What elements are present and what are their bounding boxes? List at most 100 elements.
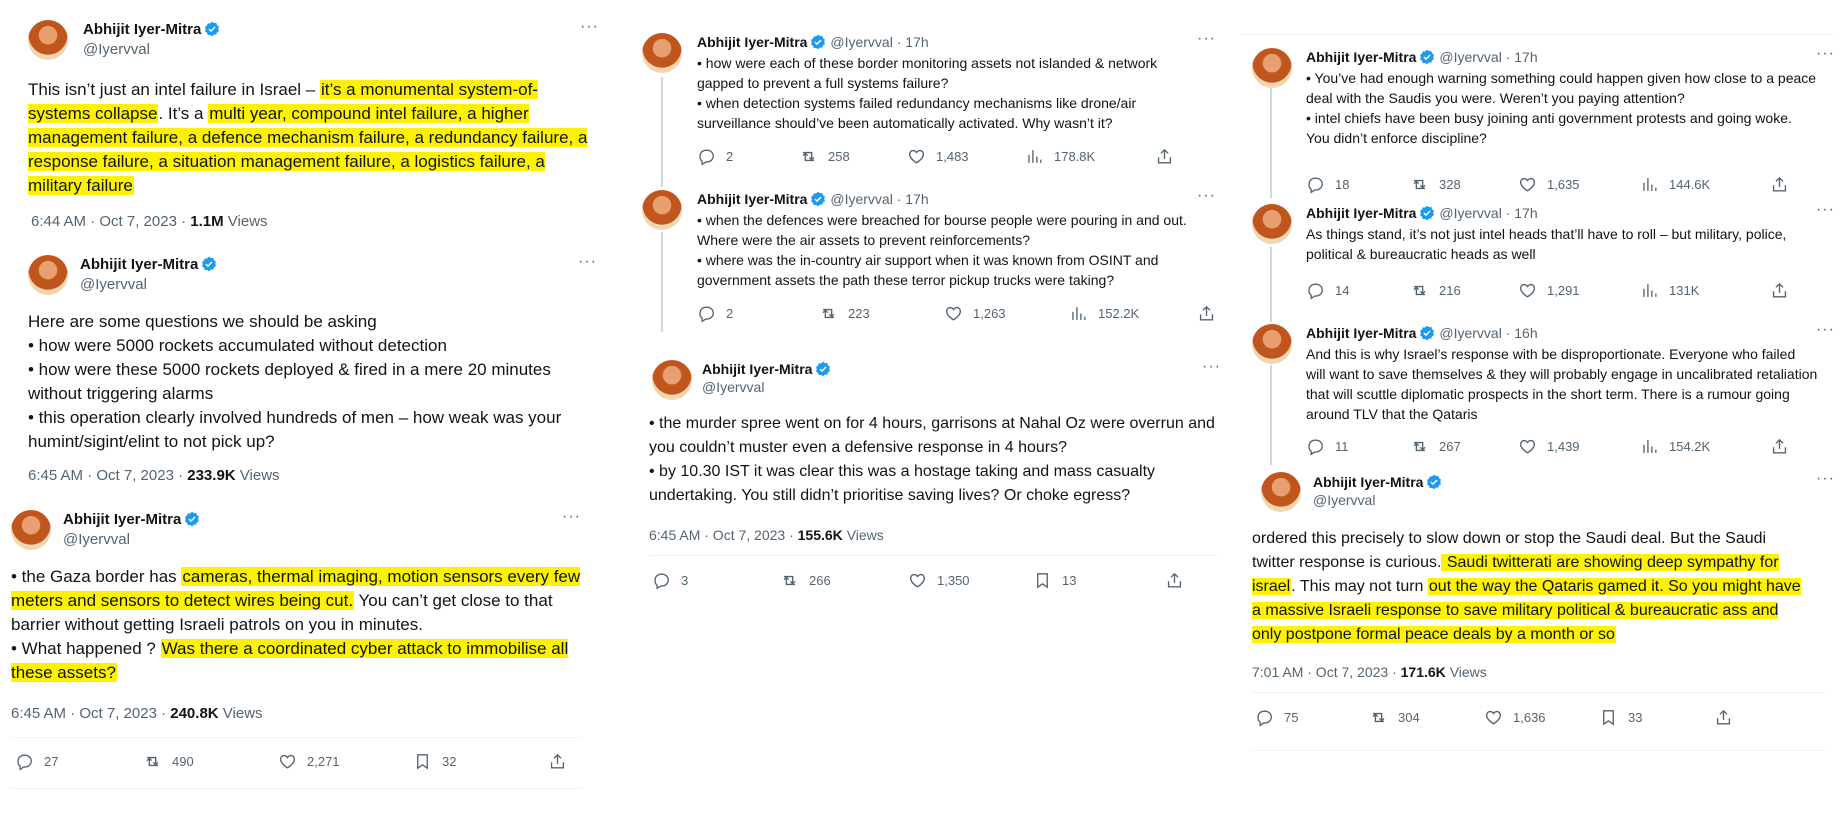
more-options-icon[interactable]: ··· bbox=[1816, 46, 1835, 62]
tweet-r3[interactable]: Abhijit Iyer-Mitra @Iyervval · 16h ··· A… bbox=[1250, 320, 1840, 470]
tweet-m2[interactable]: Abhijit Iyer-Mitra @Iyervval · 17h ··· •… bbox=[640, 185, 1220, 335]
like-button[interactable]: 1,350 bbox=[908, 571, 1033, 590]
avatar[interactable] bbox=[642, 33, 682, 73]
bookmark-button[interactable]: 32 bbox=[413, 752, 548, 771]
tweet-m3[interactable]: Abhijit Iyer-Mitra @Iyervval ··· • the m… bbox=[640, 350, 1230, 640]
share-icon bbox=[1167, 572, 1182, 588]
author-name[interactable]: Abhijit Iyer-Mitra bbox=[63, 510, 200, 530]
reply-icon bbox=[1308, 283, 1323, 300]
share-icon bbox=[1157, 148, 1172, 164]
views-button[interactable]: 131K bbox=[1640, 281, 1770, 300]
tweet-l3[interactable]: Abhijit Iyer-Mitra @Iyervval ··· • the G… bbox=[0, 500, 600, 814]
avatar[interactable] bbox=[11, 510, 51, 550]
text-segment: . It’s a bbox=[158, 104, 209, 123]
reply-button[interactable]: 11 bbox=[1306, 437, 1410, 456]
more-options-icon[interactable]: ··· bbox=[1816, 322, 1835, 338]
more-options-icon[interactable]: ··· bbox=[1197, 31, 1216, 47]
bookmark-icon bbox=[1603, 710, 1614, 726]
avatar[interactable] bbox=[1252, 324, 1292, 364]
tweet-r1[interactable]: Abhijit Iyer-Mitra @Iyervval · 17h ··· •… bbox=[1250, 40, 1840, 200]
repost-button[interactable]: 304 bbox=[1369, 708, 1484, 727]
reply-button[interactable]: 2 bbox=[697, 147, 799, 166]
tweet-r4[interactable]: Abhijit Iyer-Mitra @Iyervval ··· ordered… bbox=[1250, 470, 1843, 814]
repost-button[interactable]: 266 bbox=[780, 571, 908, 590]
reply-button[interactable]: 27 bbox=[15, 752, 143, 771]
views-button[interactable]: 144.6K bbox=[1640, 175, 1770, 194]
author-handle[interactable]: @Iyervval bbox=[63, 531, 130, 548]
tweet-r2[interactable]: Abhijit Iyer-Mitra @Iyervval · 17h ··· A… bbox=[1250, 200, 1840, 320]
reply-button[interactable]: 75 bbox=[1255, 708, 1369, 727]
share-button[interactable] bbox=[1770, 281, 1799, 300]
avatar[interactable] bbox=[1252, 48, 1292, 88]
bookmark-icon bbox=[1037, 573, 1048, 589]
more-options-icon[interactable]: ··· bbox=[1202, 359, 1221, 375]
heart-icon bbox=[909, 573, 926, 588]
more-options-icon[interactable]: ··· bbox=[1816, 471, 1835, 487]
avatar[interactable] bbox=[28, 255, 68, 295]
like-button[interactable]: 1,439 bbox=[1518, 437, 1640, 456]
tweet-header: Abhijit Iyer-Mitra @Iyervval · 17h bbox=[1306, 49, 1538, 65]
views-button[interactable]: 178.8K bbox=[1025, 147, 1155, 166]
author-name[interactable]: Abhijit Iyer-Mitra bbox=[80, 255, 217, 275]
like-button[interactable]: 1,636 bbox=[1484, 708, 1599, 727]
bookmark-button[interactable]: 33 bbox=[1599, 708, 1714, 727]
share-button[interactable] bbox=[1165, 571, 1194, 590]
like-button[interactable]: 1,635 bbox=[1518, 175, 1640, 194]
more-options-icon[interactable]: ··· bbox=[1197, 188, 1216, 204]
reply-button[interactable]: 14 bbox=[1306, 281, 1410, 300]
author-handle[interactable]: @Iyervval bbox=[80, 276, 147, 293]
more-options-icon[interactable]: ··· bbox=[1816, 202, 1835, 218]
reply-icon bbox=[1308, 439, 1323, 456]
repost-icon bbox=[783, 575, 796, 586]
repost-button[interactable]: 267 bbox=[1410, 437, 1518, 456]
author-name[interactable]: Abhijit Iyer-Mitra bbox=[83, 20, 220, 40]
like-button[interactable]: 1,291 bbox=[1518, 281, 1640, 300]
reply-button[interactable]: 3 bbox=[652, 571, 780, 590]
more-options-icon[interactable]: ··· bbox=[578, 254, 597, 270]
avatar[interactable] bbox=[652, 360, 692, 400]
reply-button[interactable]: 2 bbox=[697, 304, 819, 323]
verified-badge-icon bbox=[185, 511, 200, 527]
avatar[interactable] bbox=[1252, 204, 1292, 244]
author-handle[interactable]: @Iyervval bbox=[702, 379, 764, 395]
tweet-m1[interactable]: Abhijit Iyer-Mitra @Iyervval · 17h ··· •… bbox=[640, 25, 1220, 185]
reply-icon bbox=[1308, 177, 1323, 194]
share-button[interactable] bbox=[1770, 437, 1799, 456]
bookmark-button[interactable]: 13 bbox=[1033, 571, 1165, 590]
heart-icon bbox=[279, 754, 296, 769]
more-options-icon[interactable]: ··· bbox=[562, 509, 581, 525]
tweet-meta: 6:45 AM · Oct 7, 2023 · 155.6K Views bbox=[649, 527, 884, 543]
like-button[interactable]: 2,271 bbox=[278, 752, 413, 771]
share-button[interactable] bbox=[548, 752, 577, 771]
repost-button[interactable]: 223 bbox=[819, 304, 944, 323]
tweet-l2[interactable]: Abhijit Iyer-Mitra @Iyervval ··· Here ar… bbox=[0, 240, 600, 500]
share-button[interactable] bbox=[1770, 175, 1799, 194]
views-button[interactable]: 152.2K bbox=[1069, 304, 1197, 323]
avatar[interactable] bbox=[642, 190, 682, 230]
share-button[interactable] bbox=[1714, 708, 1743, 727]
author-name[interactable]: Abhijit Iyer-Mitra bbox=[702, 359, 831, 379]
reply-button[interactable]: 18 bbox=[1306, 175, 1410, 194]
repost-button[interactable]: 258 bbox=[799, 147, 907, 166]
repost-button[interactable]: 216 bbox=[1410, 281, 1518, 300]
author-handle[interactable]: @Iyervval bbox=[1313, 492, 1375, 508]
share-button[interactable] bbox=[1155, 147, 1184, 166]
divider bbox=[11, 737, 581, 738]
repost-button[interactable]: 328 bbox=[1410, 175, 1518, 194]
like-button[interactable]: 1,483 bbox=[907, 147, 1025, 166]
repost-button[interactable]: 490 bbox=[143, 752, 278, 771]
verified-badge-icon bbox=[1427, 474, 1442, 490]
divider bbox=[11, 788, 581, 789]
views-button[interactable]: 154.2K bbox=[1640, 437, 1770, 456]
more-options-icon[interactable]: ··· bbox=[580, 19, 599, 35]
tweet-l1[interactable]: Abhijit Iyer-Mitra @Iyervval ··· This is… bbox=[0, 0, 600, 240]
author-name[interactable]: Abhijit Iyer-Mitra bbox=[1313, 472, 1442, 492]
share-button[interactable] bbox=[1197, 304, 1226, 323]
repost-icon bbox=[822, 308, 835, 319]
tweet-header: Abhijit Iyer-Mitra @Iyervval · 16h bbox=[1306, 325, 1538, 341]
like-button[interactable]: 1,263 bbox=[944, 304, 1069, 323]
avatar[interactable] bbox=[1261, 472, 1301, 512]
avatar[interactable] bbox=[28, 20, 68, 60]
tweet-meta: 6:45 AM · Oct 7, 2023 · 233.9K Views bbox=[28, 467, 280, 484]
author-handle[interactable]: @Iyervval bbox=[83, 41, 150, 58]
